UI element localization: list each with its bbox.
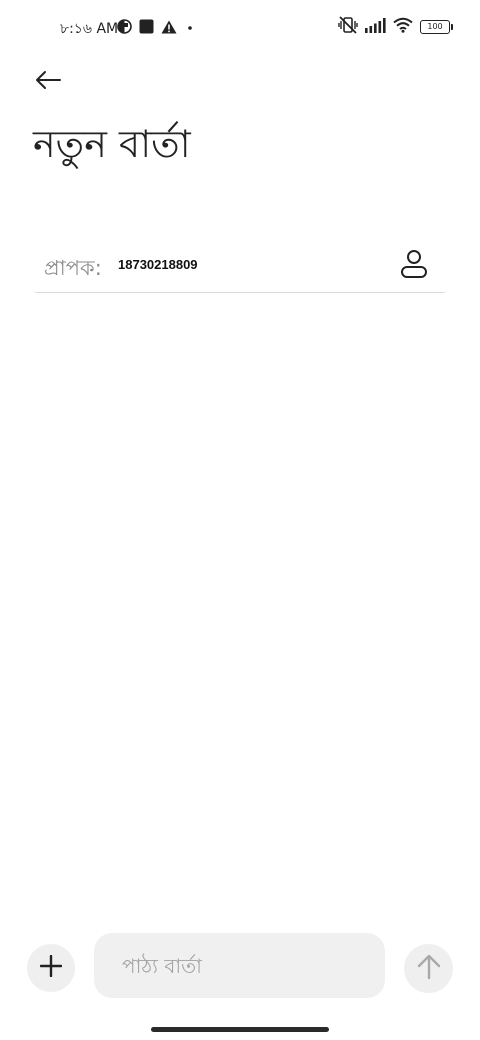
message-input[interactable] xyxy=(94,933,385,998)
person-icon xyxy=(400,249,428,283)
wifi-icon xyxy=(393,17,413,37)
status-bar: ৮:১৬ AM 100 xyxy=(0,0,480,56)
vibrate-off-icon xyxy=(338,16,358,38)
recipient-row[interactable]: প্রাপক: 18730218809 xyxy=(35,240,445,293)
dot-icon xyxy=(184,19,196,38)
data-saver-icon xyxy=(117,19,132,38)
arrow-left-icon xyxy=(34,70,62,94)
recipient-input[interactable]: 18730218809 xyxy=(118,257,198,272)
send-button[interactable] xyxy=(404,944,453,993)
message-composer xyxy=(0,930,480,1002)
status-right-icons: 100 xyxy=(338,16,453,38)
recipient-label: প্রাপক: xyxy=(44,256,102,280)
page-title: নতুন বার্তা xyxy=(33,122,191,166)
plus-icon xyxy=(39,954,63,981)
battery-icon: 100 xyxy=(420,20,453,34)
warning-icon xyxy=(161,19,177,38)
signal-icon xyxy=(365,17,386,37)
attach-button[interactable] xyxy=(27,944,75,992)
status-left-icons xyxy=(117,19,196,38)
arrow-up-icon xyxy=(417,954,441,984)
status-time: ৮:১৬ AM xyxy=(60,21,119,37)
back-button[interactable] xyxy=(28,62,68,102)
home-indicator[interactable] xyxy=(151,1027,329,1032)
contact-picker-button[interactable] xyxy=(397,248,431,284)
stop-square-icon xyxy=(139,19,154,38)
